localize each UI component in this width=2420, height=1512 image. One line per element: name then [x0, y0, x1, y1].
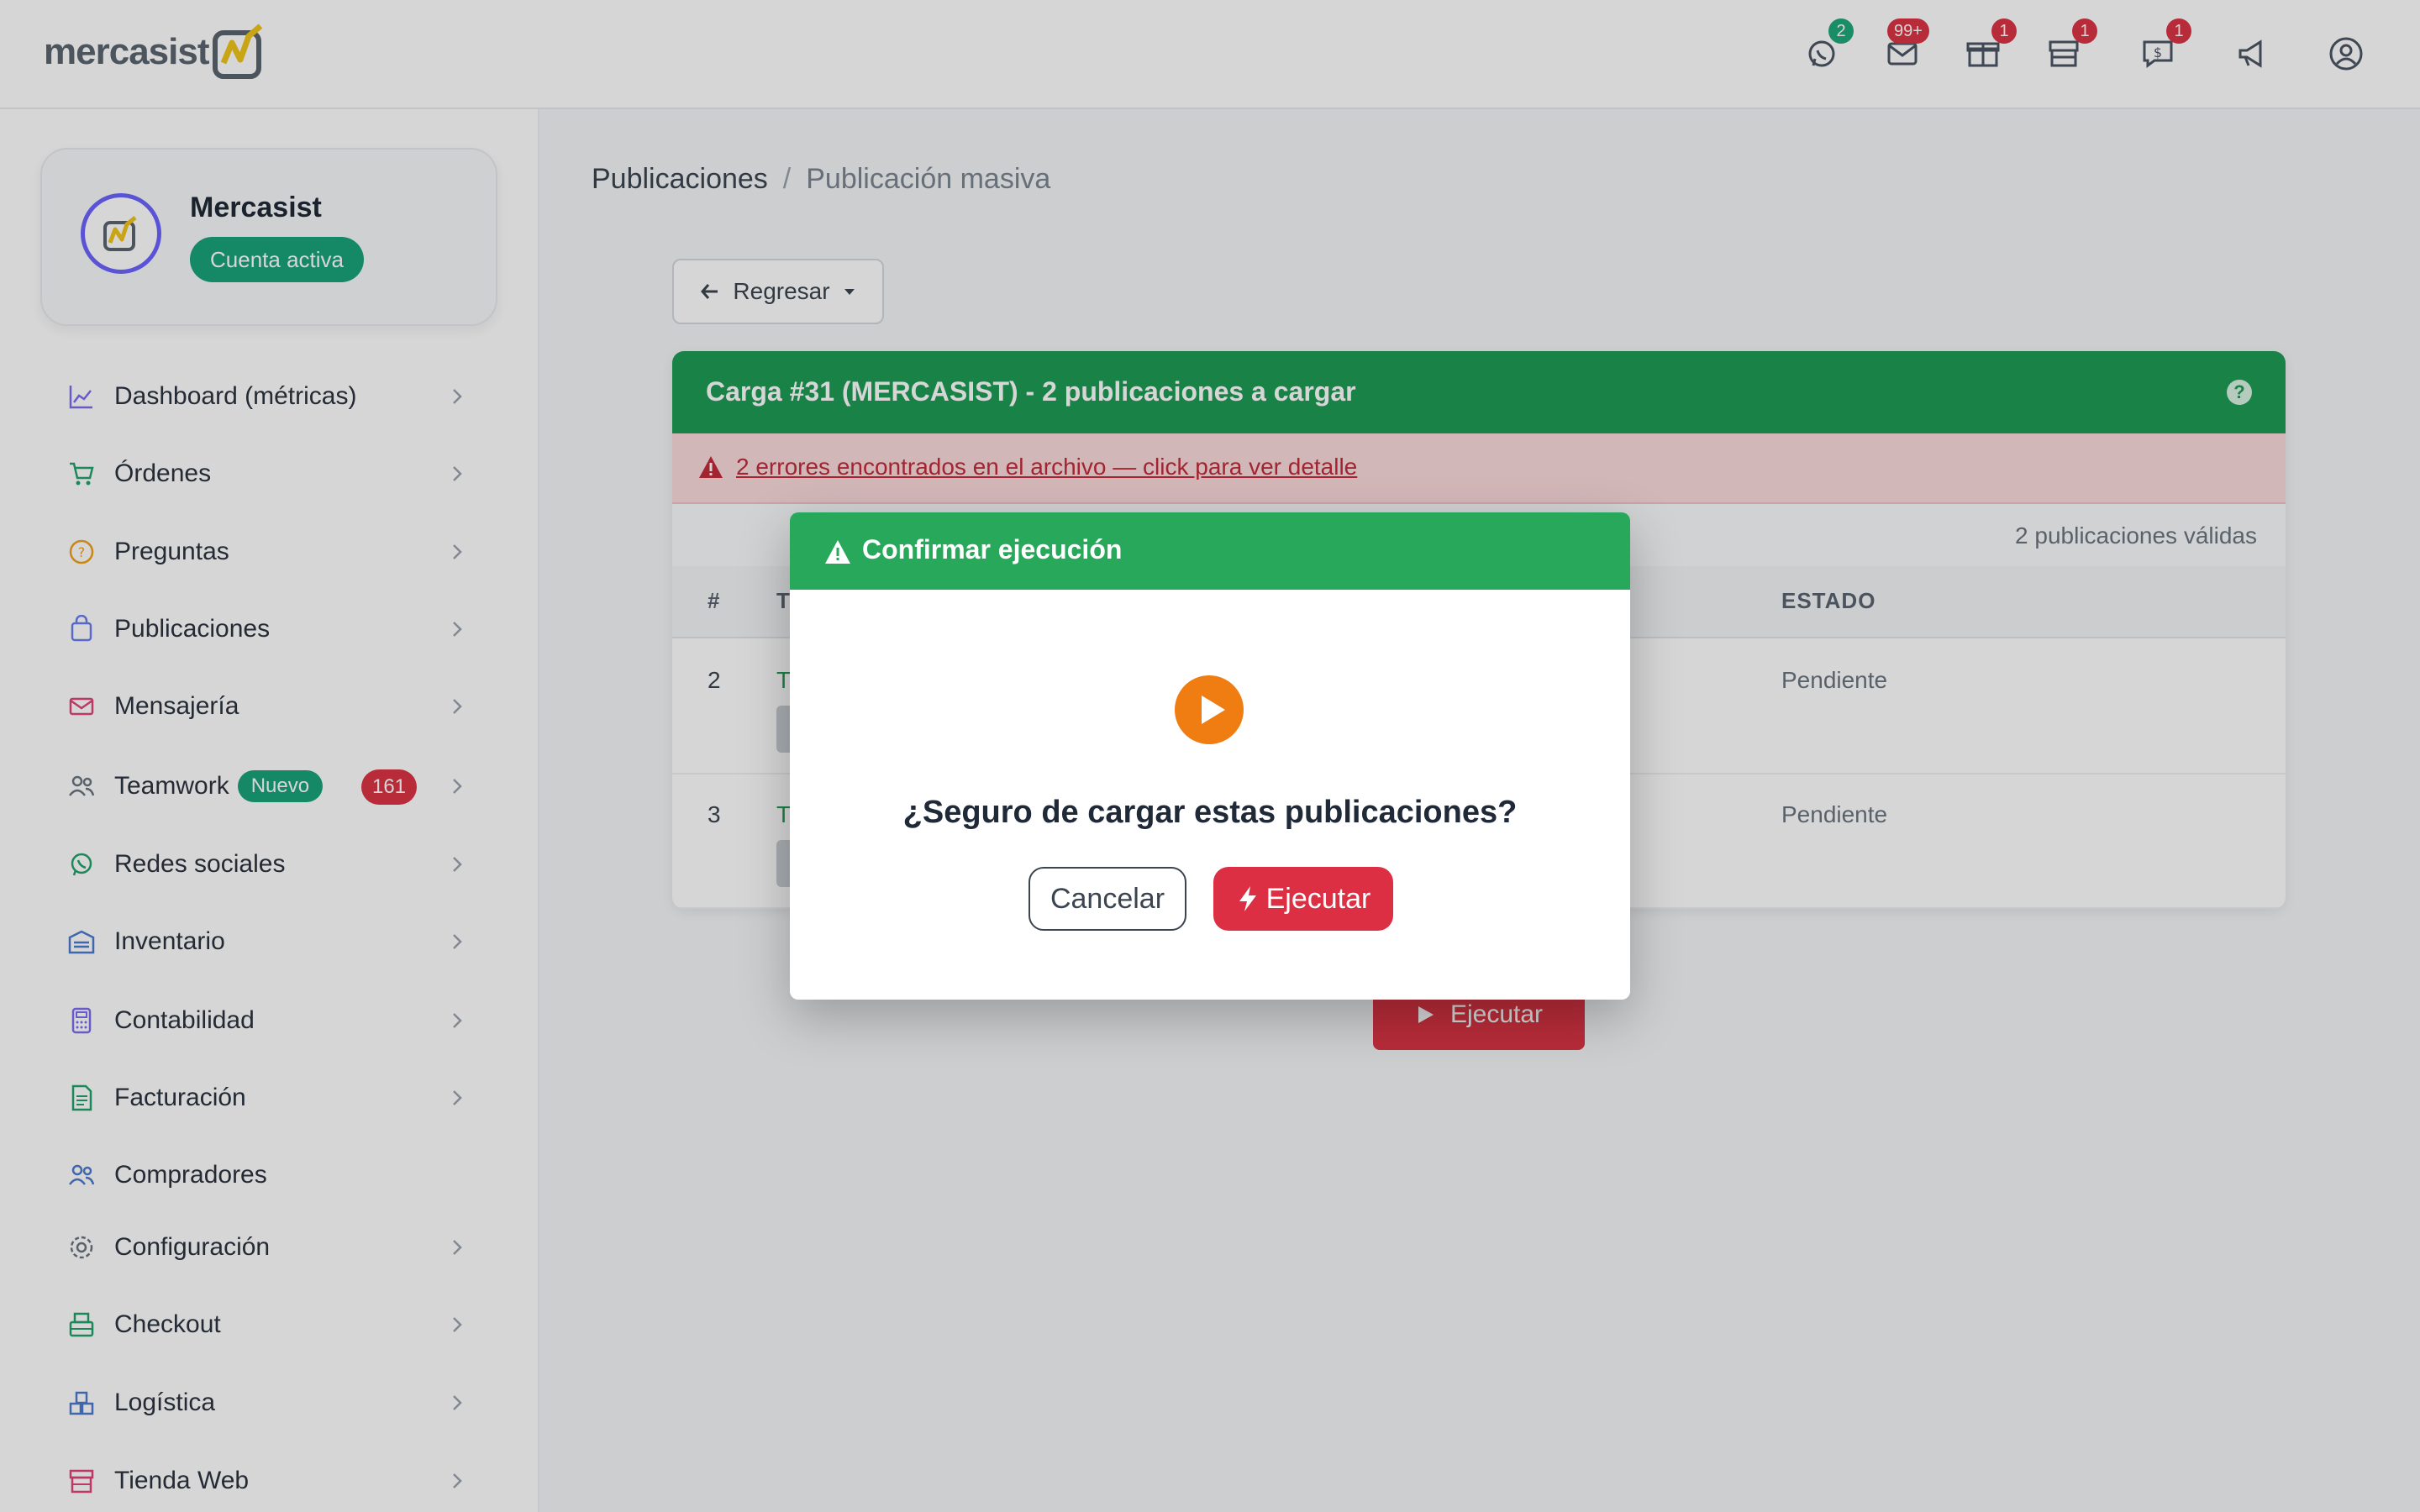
confirm-execute-button[interactable]: Ejecutar: [1213, 867, 1393, 931]
modal-title: Confirmar ejecución: [862, 534, 1123, 564]
lightning-icon: [1239, 886, 1256, 911]
modal-header: Confirmar ejecución: [790, 512, 1630, 590]
warning-icon: [825, 540, 850, 564]
confirm-execute-label: Ejecutar: [1265, 882, 1371, 915]
play-circle-icon: [1175, 675, 1244, 744]
cancel-button[interactable]: Cancelar: [1028, 867, 1186, 931]
confirm-modal: Confirmar ejecución ¿Seguro de cargar es…: [790, 512, 1630, 1000]
modal-question: ¿Seguro de cargar estas publicaciones?: [902, 795, 1518, 830]
cancel-button-label: Cancelar: [1050, 882, 1165, 915]
